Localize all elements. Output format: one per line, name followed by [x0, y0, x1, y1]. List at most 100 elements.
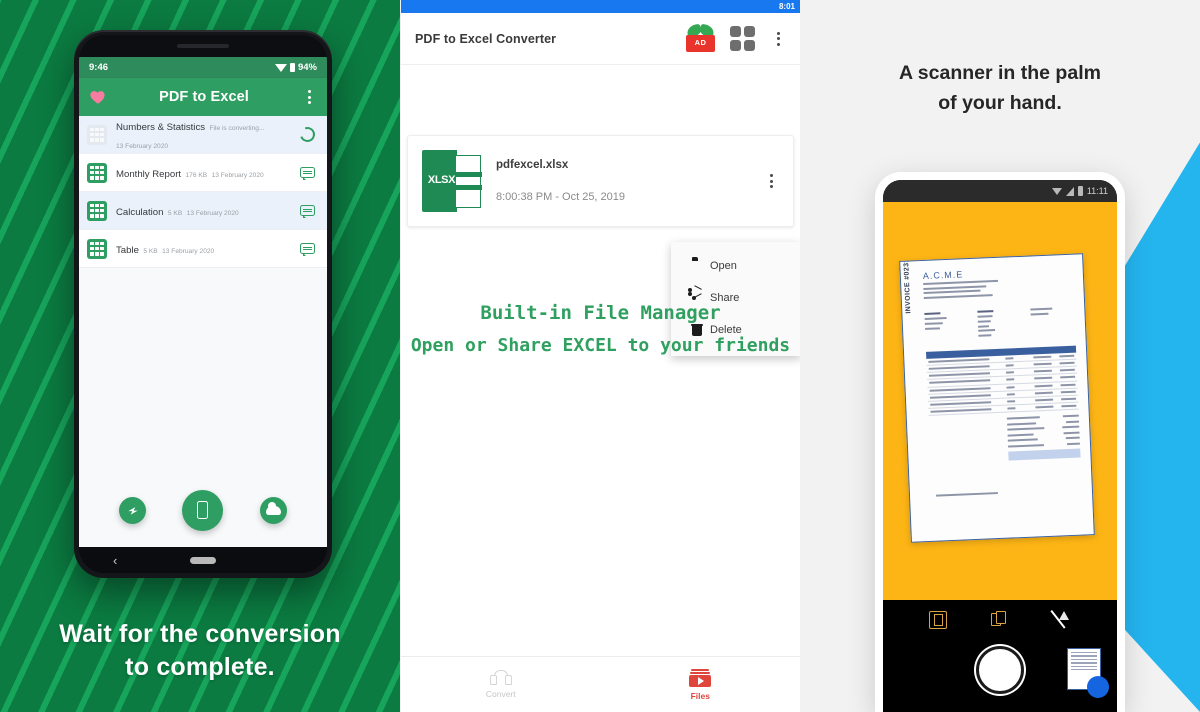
list-item[interactable]: Monthly Report 176 KB 13 February 2020	[79, 154, 327, 192]
gift-ad-icon[interactable]	[686, 23, 715, 52]
camera-controls	[883, 600, 1117, 712]
list-item-subtitle: File is converting...	[209, 124, 265, 132]
list-item-date: 13 February 2020	[116, 142, 169, 150]
list-item-date: 13 February 2020	[211, 171, 264, 179]
tab-convert[interactable]: Convert	[401, 657, 601, 712]
tab-files[interactable]: Files	[601, 657, 801, 712]
page-count-badge	[1087, 676, 1109, 698]
invoice-balance-due	[1008, 448, 1081, 461]
list-item[interactable]: Numbers & Statistics File is converting.…	[79, 116, 327, 154]
scan-fab[interactable]	[119, 496, 147, 524]
left-phone-mockup: 9:46 94% PDF to Excel Numbers & Statisti…	[74, 30, 332, 578]
left-caption-line1: Wait for the conversion	[59, 620, 341, 648]
cloud-icon	[265, 501, 281, 515]
comment-icon[interactable]	[299, 167, 315, 181]
left-promo-panel: 9:46 94% PDF to Excel Numbers & Statisti…	[0, 0, 400, 712]
scan-mode-icon[interactable]	[929, 611, 947, 629]
list-item-title: Monthly Report	[116, 168, 182, 180]
status-bar: 9:46 94%	[79, 57, 327, 78]
back-icon[interactable]: ‹	[113, 553, 117, 568]
speaker-grille	[177, 44, 229, 48]
file-name: pdfexcel.xlsx	[496, 159, 569, 171]
device-fab[interactable]	[182, 489, 224, 531]
spreadsheet-icon	[87, 200, 107, 221]
spreadsheet-icon	[87, 238, 107, 259]
list-item-title: Numbers & Statistics	[116, 121, 206, 133]
battery-percent: 94%	[297, 62, 317, 73]
invoice-totals	[1006, 414, 1081, 461]
file-list: Numbers & Statistics File is converting.…	[79, 116, 327, 473]
status-bar: 8:01	[401, 0, 800, 13]
right-caption-line1: A scanner in the palm	[899, 62, 1101, 84]
list-item[interactable]: Table 5 KB 13 February 2020	[79, 230, 327, 268]
menu-item-open[interactable]: Open	[671, 250, 801, 282]
status-bar: 11:11	[883, 180, 1117, 202]
comment-icon[interactable]	[299, 205, 315, 219]
app-body: XLSX pdfexcel.xlsx 8:00:38 PM - Oct 25, …	[401, 65, 801, 656]
folder-icon	[685, 260, 698, 273]
spreadsheet-icon	[87, 124, 107, 145]
wifi-icon	[1051, 187, 1062, 195]
left-caption: Wait for the conversion to complete.	[0, 618, 400, 684]
tab-label: Files	[690, 690, 710, 701]
right-caption-line2: of your hand.	[938, 92, 1062, 115]
flash-off-icon[interactable]	[1053, 611, 1071, 629]
list-item[interactable]: Calculation 5 KB 13 February 2020	[79, 192, 327, 230]
invoice-line-items	[925, 345, 1079, 417]
camera-viewfinder[interactable]: INVOICE #0231 A.C.M.E	[883, 202, 1117, 600]
middle-app-panel: 8:01 PDF to Excel Converter XLSX	[400, 0, 801, 712]
file-card[interactable]: XLSX pdfexcel.xlsx 8:00:38 PM - Oct 25, …	[407, 135, 794, 227]
xlsx-icon-label: XLSX	[427, 174, 456, 186]
status-time: 8:01	[778, 2, 795, 11]
xlsx-file-icon: XLSX	[422, 150, 482, 212]
left-caption-line2: to complete.	[125, 653, 275, 681]
right-promo-panel: A scanner in the palm of your hand. 11:1…	[800, 0, 1200, 712]
tab-label: Convert	[485, 689, 516, 699]
shutter-button[interactable]	[976, 646, 1024, 694]
signal-icon	[1065, 186, 1074, 196]
battery-icon	[289, 63, 295, 72]
cloud-fab[interactable]	[259, 496, 287, 524]
list-item-date: 13 February 2020	[186, 209, 239, 217]
overflow-menu-icon[interactable]	[770, 31, 786, 46]
list-item-title: Table	[116, 244, 139, 256]
app-bar: PDF to Excel Converter	[401, 13, 800, 65]
phone-notch	[79, 35, 327, 57]
grid-view-icon[interactable]	[730, 26, 755, 51]
menu-item-label: Open	[710, 260, 737, 272]
list-item-title: Calculation	[116, 206, 164, 218]
invoice-thankyou-note	[935, 491, 999, 497]
list-item-subtitle: 5 KB	[143, 247, 158, 255]
multi-page-icon[interactable]	[991, 611, 1009, 629]
list-item-date: 13 February 2020	[162, 247, 215, 255]
convert-icon	[489, 670, 512, 685]
middle-caption: Built-in File Manager Open or Share EXCE…	[401, 297, 800, 362]
status-time: 9:46	[89, 62, 109, 73]
list-item-subtitle: 5 KB	[167, 209, 183, 217]
home-pill[interactable]	[190, 556, 216, 564]
battery-icon	[1077, 186, 1083, 196]
status-time: 11:11	[1086, 186, 1108, 196]
files-icon	[689, 668, 712, 687]
heart-icon[interactable]	[89, 88, 107, 106]
file-overflow-menu-icon[interactable]	[763, 174, 779, 188]
invoice-label: INVOICE #0231	[903, 258, 913, 314]
middle-caption-line2: Open or Share EXCEL to your friends	[410, 335, 791, 357]
screenshot-root: 9:46 94% PDF to Excel Numbers & Statisti…	[0, 0, 1200, 712]
phone-icon	[197, 501, 209, 519]
right-phone-mockup: 11:11 INVOICE #0231 A.C.M.E	[875, 172, 1125, 712]
app-title: PDF to Excel Converter	[415, 31, 557, 46]
wifi-icon	[274, 63, 287, 72]
list-item-subtitle: 176 KB	[185, 171, 208, 179]
android-nav-bar: ‹	[79, 547, 327, 573]
scanned-invoice-document: INVOICE #0231 A.C.M.E	[899, 253, 1095, 543]
bottom-navigation: Convert Files	[401, 656, 800, 712]
last-capture-thumbnail[interactable]	[1067, 648, 1109, 698]
action-buttons-row	[79, 473, 327, 547]
comment-icon[interactable]	[299, 243, 315, 257]
app-title: PDF to Excel	[159, 89, 249, 105]
file-date: 8:00:38 PM - Oct 25, 2019	[496, 191, 626, 203]
overflow-menu-icon[interactable]	[301, 90, 317, 104]
right-caption: A scanner in the palm of your hand.	[800, 58, 1200, 118]
spreadsheet-icon	[87, 162, 107, 183]
